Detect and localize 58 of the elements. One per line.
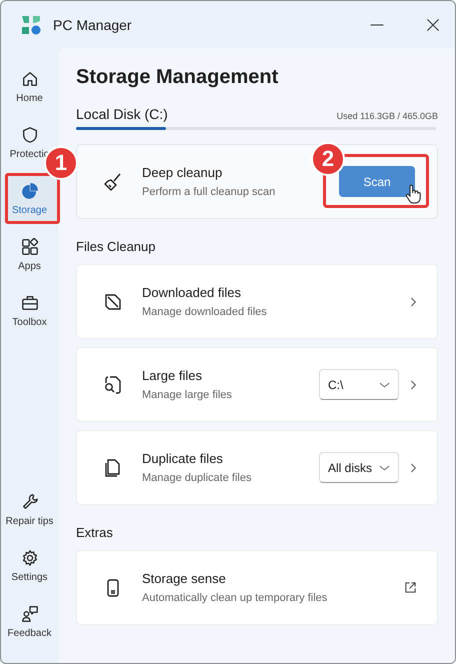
- nav-item[interactable]: Apps: [2, 230, 56, 280]
- nav-label: Repair tips: [6, 516, 54, 527]
- external-link-icon: [404, 581, 417, 594]
- nav-item[interactable]: Toolbox: [2, 286, 56, 336]
- list-card[interactable]: Storage sense Automatically clean up temporary files: [76, 550, 438, 625]
- wrench-icon: [20, 493, 38, 511]
- nav-label: Protectio: [10, 149, 50, 160]
- nav-item[interactable]: Protectio: [2, 118, 56, 168]
- card-title: Storage sense: [142, 571, 227, 586]
- settings-icon: [20, 549, 38, 567]
- nav-item[interactable]: Settings: [2, 541, 56, 591]
- drive-dropdown[interactable]: All disks: [319, 452, 399, 483]
- file-search-icon: [103, 374, 123, 394]
- page-title: Storage Management: [76, 66, 280, 89]
- app-logo-icon: [21, 14, 41, 34]
- chevron-right-icon: [409, 462, 417, 474]
- list-card[interactable]: Duplicate files Manage duplicate files All disks: [76, 430, 438, 505]
- nav-item[interactable]: Repair tips: [2, 485, 56, 535]
- scan-button[interactable]: Scan: [339, 166, 415, 197]
- card-title: Large files: [142, 368, 203, 383]
- nav-label: Storage: [12, 205, 48, 216]
- card-title: Deep cleanup: [142, 165, 224, 180]
- card-subtitle: Manage large files: [142, 389, 233, 401]
- drive-dropdown[interactable]: C:\: [319, 369, 399, 400]
- close-icon[interactable]: [425, 16, 441, 32]
- card-subtitle: Manage duplicate files: [142, 472, 252, 484]
- disk-usage: Used 116.3GB / 465.0GB: [336, 111, 438, 121]
- dropdown-caret-icon: [379, 464, 390, 472]
- section-heading: Files Cleanup: [76, 239, 156, 254]
- shield-icon: [20, 126, 38, 144]
- chat-icon: [20, 605, 38, 623]
- chevron-right-icon: [409, 296, 417, 308]
- card-subtitle: Perform a full cleanup scan: [142, 186, 276, 198]
- window-title: PC Manager: [53, 16, 132, 32]
- nav-item[interactable]: Feedback: [2, 597, 56, 647]
- nav-item[interactable]: Home: [2, 62, 56, 112]
- apps-icon: [20, 238, 38, 256]
- dropdown-caret-icon: [379, 380, 390, 388]
- home-icon: [20, 70, 38, 88]
- nav-label: Toolbox: [12, 317, 47, 328]
- nav-label: Settings: [11, 572, 48, 583]
- card-title: Downloaded files: [142, 285, 242, 300]
- section-heading: Extras: [76, 525, 114, 540]
- list-card[interactable]: Large files Manage large files C:\: [76, 347, 438, 422]
- toolbox-icon: [20, 294, 38, 312]
- list-card[interactable]: Downloaded files Manage downloaded files: [76, 264, 438, 339]
- hand-cursor-icon: [405, 184, 421, 204]
- nav-label: Home: [16, 93, 43, 104]
- pie-chart-icon: [20, 182, 38, 200]
- file-icon: [103, 292, 123, 312]
- broom-icon: [103, 172, 123, 192]
- card-subtitle: Manage downloaded files: [142, 306, 268, 318]
- card-title: Duplicate files: [142, 451, 224, 466]
- nav-label: Apps: [18, 261, 41, 272]
- disk-name[interactable]: Local Disk (C:): [76, 106, 168, 122]
- chevron-right-icon: [409, 378, 417, 390]
- card-subtitle: Automatically clean up temporary files: [142, 592, 328, 604]
- nav-label: Feedback: [8, 628, 52, 639]
